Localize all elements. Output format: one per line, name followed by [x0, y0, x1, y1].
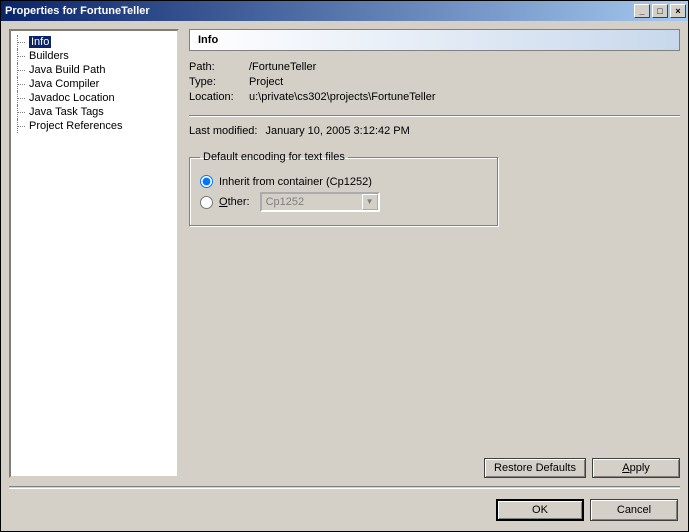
minimize-button[interactable]: _ [634, 4, 650, 18]
maximize-button[interactable]: □ [652, 4, 668, 18]
button-label: Restore Defaults [494, 462, 576, 474]
sidebar-item-javadoc-location[interactable]: Javadoc Location [11, 91, 177, 105]
sidebar-item-java-task-tags[interactable]: Java Task Tags [11, 105, 177, 119]
other-label[interactable]: Other: [219, 196, 250, 208]
chevron-down-icon: ▼ [362, 194, 378, 210]
sidebar-item-project-references[interactable]: Project References [11, 119, 177, 133]
ok-button[interactable]: OK [496, 499, 584, 521]
last-modified-value: January 10, 2005 3:12:42 PM [265, 125, 409, 137]
titlebar: Properties for FortuneTeller _ □ × [1, 1, 688, 21]
other-radio[interactable] [200, 196, 213, 209]
path-value: /FortuneTeller [249, 61, 680, 73]
sidebar-item-label: Java Build Path [29, 64, 105, 76]
encoding-legend: Default encoding for text files [200, 151, 348, 163]
sidebar-item-java-compiler[interactable]: Java Compiler [11, 77, 177, 91]
dialog-button-row: OK Cancel [9, 486, 680, 523]
info-panel: Info Path: /FortuneTeller Type: Project … [189, 29, 680, 478]
properties-dialog: Properties for FortuneTeller _ □ × Info … [0, 0, 689, 532]
panel-header: Info [189, 29, 680, 51]
other-radio-row: Other: Cp1252 ▼ [200, 192, 488, 212]
last-modified-label: Last modified: [189, 125, 257, 137]
inherit-label[interactable]: Inherit from container (Cp1252) [219, 176, 372, 188]
window-title: Properties for FortuneTeller [5, 5, 632, 17]
restore-defaults-button[interactable]: Restore Defaults [484, 458, 586, 478]
sidebar-item-builders[interactable]: Builders [11, 49, 177, 63]
location-label: Location: [189, 91, 249, 103]
sidebar-item-label: Info [29, 36, 51, 48]
type-value: Project [249, 76, 680, 88]
encoding-fieldset: Default encoding for text files Inherit … [189, 151, 499, 227]
sidebar-item-label: Java Task Tags [29, 106, 104, 118]
encoding-value: Cp1252 [266, 196, 305, 208]
path-label: Path: [189, 61, 249, 73]
sidebar-item-label: Java Compiler [29, 78, 99, 90]
sidebar-item-info[interactable]: Info [11, 35, 177, 49]
sidebar-item-label: Javadoc Location [29, 92, 115, 104]
sidebar-item-label: Project References [29, 120, 123, 132]
info-grid: Path: /FortuneTeller Type: Project Locat… [189, 61, 680, 103]
close-button[interactable]: × [670, 4, 686, 18]
inherit-radio[interactable] [200, 175, 213, 188]
window-controls: _ □ × [632, 4, 686, 18]
encoding-combobox: Cp1252 ▼ [260, 192, 380, 212]
panel-button-row: Restore Defaults Apply [189, 450, 680, 478]
main-area: Info Builders Java Build Path Java Compi… [9, 29, 680, 478]
location-value: u:\private\cs302\projects\FortuneTeller [249, 91, 680, 103]
sidebar-item-java-build-path[interactable]: Java Build Path [11, 63, 177, 77]
category-tree[interactable]: Info Builders Java Build Path Java Compi… [9, 29, 179, 478]
cancel-button[interactable]: Cancel [590, 499, 678, 521]
dialog-content: Info Builders Java Build Path Java Compi… [1, 21, 688, 531]
type-label: Type: [189, 76, 249, 88]
sidebar-item-label: Builders [29, 50, 69, 62]
last-modified-row: Last modified: January 10, 2005 3:12:42 … [189, 125, 680, 137]
separator [189, 115, 680, 117]
inherit-radio-row: Inherit from container (Cp1252) [200, 175, 488, 188]
apply-button[interactable]: Apply [592, 458, 680, 478]
